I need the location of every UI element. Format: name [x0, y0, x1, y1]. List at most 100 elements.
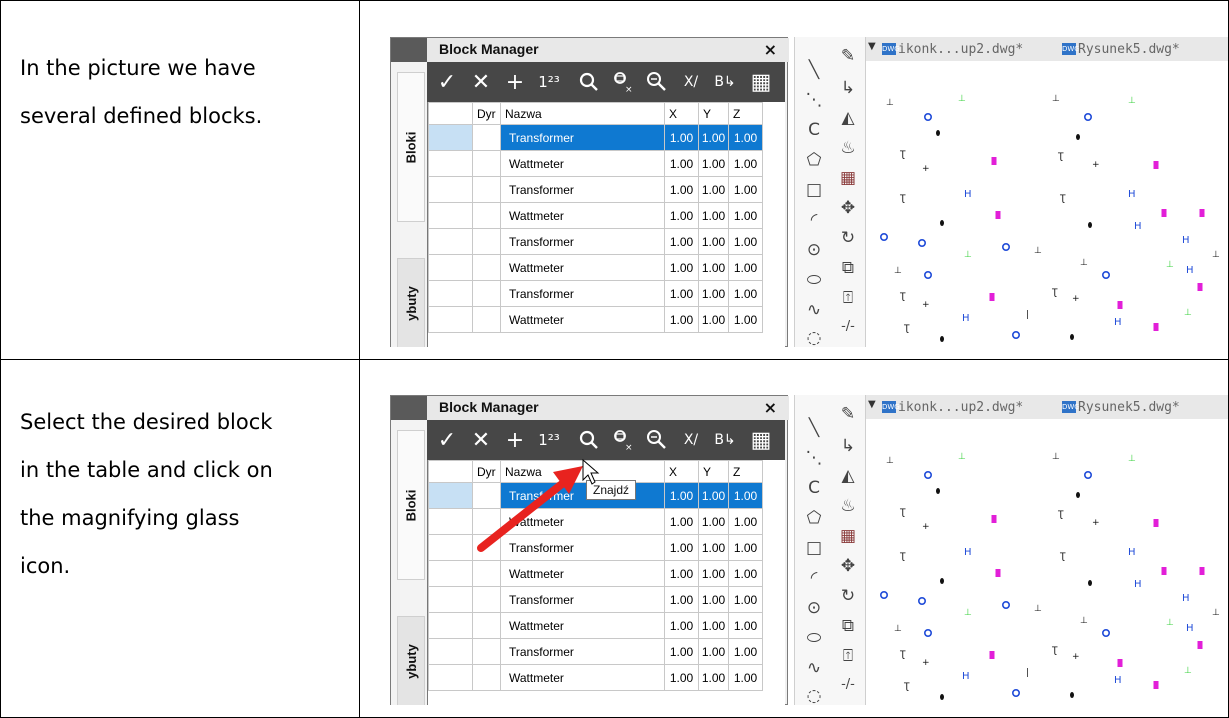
y-value[interactable]: 1.00 [698, 482, 729, 509]
array-icon[interactable]: ▦ [833, 521, 863, 551]
x-value[interactable]: 1.00 [664, 560, 699, 587]
mirror-icon[interactable]: ◭ [833, 461, 863, 491]
move-icon[interactable]: ✥ [833, 193, 863, 223]
block-name[interactable]: Wattmeter [500, 254, 665, 281]
block-name[interactable]: Transformer [500, 586, 665, 613]
tab-bloki[interactable]: Bloki [397, 72, 425, 222]
x-value[interactable]: 1.00 [664, 202, 699, 229]
table-row[interactable]: Wattmeter 1.00 1.00 1.00 [428, 202, 763, 229]
cloud-icon[interactable]: ⬭ [799, 623, 829, 653]
y-value[interactable]: 1.00 [698, 202, 729, 229]
y-value[interactable]: 1.00 [698, 638, 729, 665]
z-value[interactable]: 1.00 [728, 586, 763, 613]
mirror-icon[interactable]: ◭ [833, 103, 863, 133]
circle-icon[interactable]: ⊙ [799, 593, 829, 623]
table-row[interactable]: Transformer1.001.001.00 [428, 280, 763, 307]
x-value[interactable]: 1.00 [664, 638, 699, 665]
z-value[interactable]: 1.00 [728, 612, 763, 639]
x-value[interactable]: 1.00 [664, 228, 699, 255]
add-icon[interactable]: + [499, 424, 531, 456]
insert-icon[interactable]: ⍐ [833, 283, 863, 313]
column-header[interactable]: Dyr [472, 102, 501, 125]
y-value[interactable]: 1.00 [698, 176, 729, 203]
block-name[interactable]: Wattmeter [500, 150, 665, 177]
line-icon[interactable]: ╲ [799, 55, 829, 85]
apply-icon[interactable]: ✓ [431, 424, 463, 456]
drawing-tab-2[interactable]: DWG Rysunek5.dwg* [1058, 397, 1184, 417]
y-value[interactable]: 1.00 [698, 228, 729, 255]
z-value[interactable]: 1.00 [728, 664, 763, 691]
apply-icon[interactable]: ✓ [431, 66, 463, 98]
rotate-icon[interactable]: ↻ [833, 581, 863, 611]
tab-atrybuty[interactable]: ybuty [397, 258, 425, 347]
stamp-icon[interactable]: ♨ [833, 133, 863, 163]
cloud-icon[interactable]: ⬭ [799, 265, 829, 295]
y-value[interactable]: 1.00 [698, 508, 729, 535]
table-row[interactable]: Wattmeter 1.00 1.00 1.00 [428, 254, 763, 281]
search-icon[interactable] [573, 66, 605, 98]
circle-icon[interactable]: ⊙ [799, 235, 829, 265]
table-row[interactable]: Transformer1.001.001.00 [428, 638, 763, 665]
z-value[interactable]: 1.00 [728, 306, 763, 333]
x-value[interactable]: 1.00 [664, 306, 699, 333]
pentagon-icon[interactable]: ⬠ [799, 503, 829, 533]
column-header[interactable]: Y [698, 102, 729, 125]
z-value[interactable]: 1.00 [728, 508, 763, 535]
polygon-icon[interactable]: C [799, 473, 829, 503]
block-name[interactable]: Transformer [500, 280, 665, 307]
rectangle-icon[interactable]: □ [799, 533, 829, 563]
block-name[interactable]: Transformer [500, 124, 665, 151]
table-row[interactable]: Wattmeter 1.00 1.00 1.00 [428, 560, 763, 587]
x-value[interactable]: 1.00 [664, 508, 699, 535]
numbering-icon[interactable]: 1²³ [533, 66, 565, 98]
x-value[interactable]: 1.00 [664, 176, 699, 203]
scale-icon[interactable]: X/ [675, 66, 707, 98]
z-value[interactable]: 1.00 [728, 254, 763, 281]
y-value[interactable]: 1.00 [698, 124, 729, 151]
arc-tool-icon[interactable]: ◜ [799, 205, 829, 235]
spline-icon[interactable]: ∿ [799, 295, 829, 325]
stamp-icon[interactable]: ♨ [833, 491, 863, 521]
drawing-area[interactable]: ▼ DWG ikonk...up2.dwg* DWG Rysunek5.dwg* ⊥… [866, 395, 1228, 705]
column-header[interactable]: Y [698, 460, 729, 483]
block-name[interactable]: Wattmeter [500, 202, 665, 229]
zoom-icon[interactable] [641, 66, 673, 98]
table-row[interactable]: Wattmeter 1.00 1.00 1.00 [428, 150, 763, 177]
block-name[interactable]: Transformer [500, 176, 665, 203]
block-name[interactable]: Transformer [500, 638, 665, 665]
table-row[interactable]: Transformer1.001.001.00 [428, 124, 763, 151]
table-row[interactable]: Wattmeter 1.00 1.00 1.00 [428, 664, 763, 691]
y-value[interactable]: 1.00 [698, 150, 729, 177]
block-name[interactable]: Wattmeter [500, 560, 665, 587]
move-icon[interactable]: ✥ [833, 551, 863, 581]
x-value[interactable]: 1.00 [664, 124, 699, 151]
z-value[interactable]: 1.00 [728, 638, 763, 665]
z-value[interactable]: 1.00 [728, 150, 763, 177]
column-header[interactable]: Nazwa [500, 102, 665, 125]
drawing-area[interactable]: ▼ DWG ikonk...up2.dwg* DWG Rysunek5.dwg* ⊥… [866, 37, 1228, 347]
table-row[interactable]: Transformer1.001.001.00 [428, 228, 763, 255]
z-value[interactable]: 1.00 [728, 176, 763, 203]
x-value[interactable]: 1.00 [664, 664, 699, 691]
drawing-tab-2[interactable]: DWG Rysunek5.dwg* [1058, 39, 1184, 59]
y-value[interactable]: 1.00 [698, 534, 729, 561]
arc-tool-icon[interactable]: ◜ [799, 563, 829, 593]
ellipse-icon[interactable]: ◌ [799, 681, 829, 705]
column-header[interactable]: Z [728, 102, 763, 125]
y-value[interactable]: 1.00 [698, 306, 729, 333]
pointer-icon[interactable]: ↳ [833, 73, 863, 103]
y-value[interactable]: 1.00 [698, 254, 729, 281]
block-icon[interactable]: ⧉ [833, 611, 863, 641]
pencil-icon[interactable]: ✎ [833, 41, 863, 71]
filter-icon[interactable]: × [607, 424, 639, 456]
table-row[interactable]: Transformer1.001.001.00 [428, 586, 763, 613]
tab-list-arrow-icon[interactable]: ▼ [868, 399, 876, 410]
base-point-icon[interactable]: B↳ [709, 424, 741, 456]
z-value[interactable]: 1.00 [728, 534, 763, 561]
x-value[interactable]: 1.00 [664, 586, 699, 613]
y-value[interactable]: 1.00 [698, 280, 729, 307]
rotate-icon[interactable]: ↻ [833, 223, 863, 253]
polygon-icon[interactable]: C [799, 115, 829, 145]
tab-atrybuty[interactable]: ybuty [397, 616, 425, 705]
array-icon[interactable]: ▦ [833, 163, 863, 193]
